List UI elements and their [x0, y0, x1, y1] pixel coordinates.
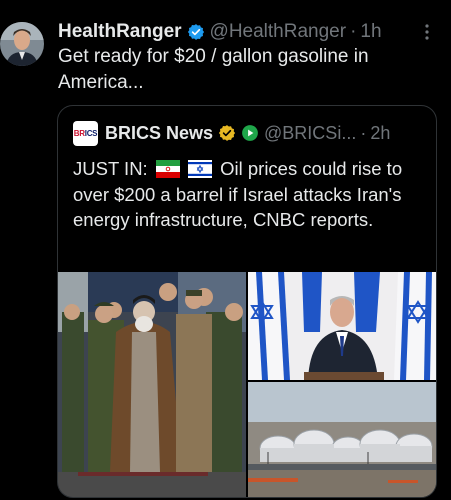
gold-verified-badge-icon: [218, 125, 236, 141]
quoted-tweet-text: JUST IN: Oil prices could rise to over $…: [73, 156, 423, 233]
quoted-tweet[interactable]: BR ICS BRICS News @BRICSi... · 2h JUST IN…: [57, 105, 437, 498]
iran-officials-photo[interactable]: [58, 272, 246, 497]
author-name[interactable]: HealthRanger: [58, 21, 182, 43]
iran-flag-icon: [155, 160, 180, 178]
quoted-media-grid: [58, 272, 436, 497]
israel-pm-podium-photo[interactable]: [248, 272, 436, 380]
quoted-author-handle[interactable]: @BRICSi...: [264, 123, 356, 144]
verified-badge-icon: [187, 24, 204, 40]
tweet-text: Get ready for $20 / gallon gasoline in A…: [58, 46, 369, 93]
israel-flag-icon: [187, 160, 212, 178]
header-separator: ·: [350, 21, 357, 42]
quoted-header-separator: ·: [360, 122, 367, 143]
affiliate-badge-icon: [242, 125, 258, 141]
brics-logo-avatar[interactable]: BR ICS: [73, 120, 98, 146]
quoted-text-prefix: JUST IN:: [73, 158, 148, 179]
tweet-header: HealthRanger @HealthRanger · 1h: [58, 20, 382, 44]
author-handle[interactable]: @HealthRanger: [210, 21, 347, 43]
tweet-time[interactable]: 1h: [360, 21, 381, 43]
quoted-author-name[interactable]: BRICS News: [105, 123, 213, 144]
more-options-icon[interactable]: [417, 22, 437, 42]
oil-storage-tanks-photo[interactable]: [248, 382, 436, 497]
quoted-tweet-time[interactable]: 2h: [370, 123, 390, 144]
author-avatar[interactable]: [0, 22, 44, 66]
quoted-tweet-header: BR ICS BRICS News @BRICSi... · 2h: [73, 120, 390, 146]
